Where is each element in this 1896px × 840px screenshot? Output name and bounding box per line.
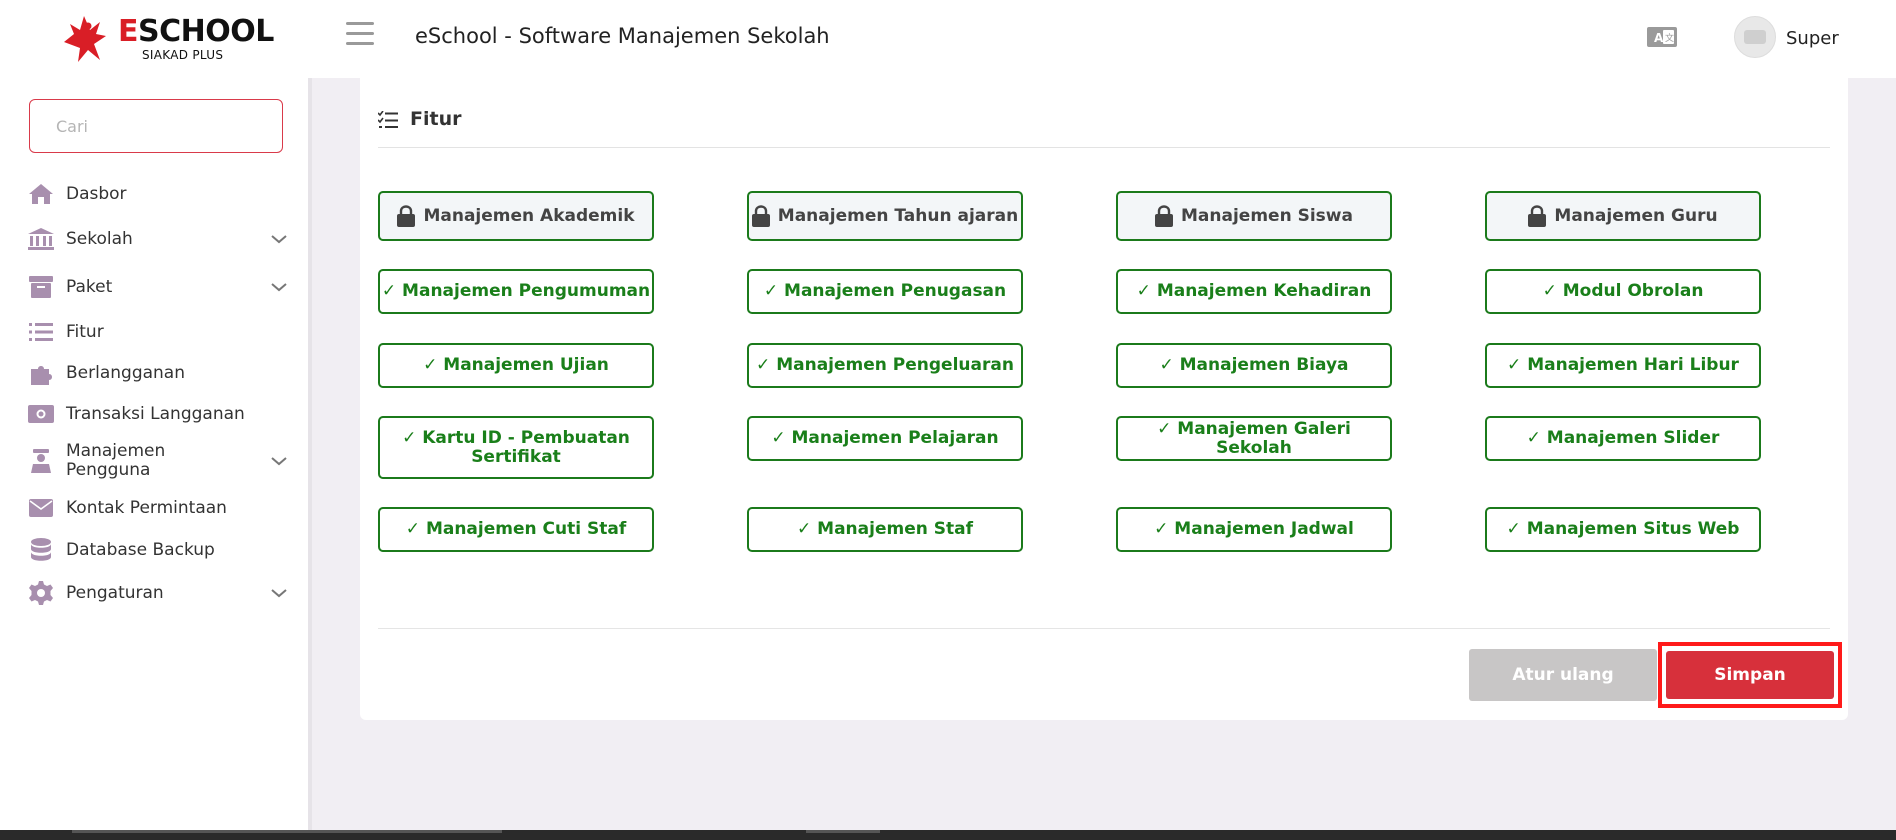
- avatar[interactable]: [1734, 16, 1776, 58]
- feature-enabled[interactable]: ✓ Manajemen Biaya: [1116, 343, 1392, 388]
- search-input[interactable]: [29, 99, 283, 153]
- sidebar-item-dasbor[interactable]: Dasbor: [28, 182, 288, 206]
- sidebar-item-kontak-permintaan[interactable]: Kontak Permintaan: [28, 496, 288, 520]
- feature-enabled[interactable]: ✓ Manajemen Staf: [747, 507, 1023, 552]
- feature-enabled[interactable]: ✓ Kartu ID - Pembuatan Sertifikat: [378, 416, 654, 479]
- database-icon: [28, 538, 54, 562]
- sidebar-item-label: Manajemen Pengguna: [66, 441, 166, 480]
- gear-icon: [28, 581, 54, 605]
- puzzle-icon: [28, 361, 54, 385]
- svg-text:文: 文: [1665, 32, 1674, 44]
- section-title: Fitur: [410, 108, 462, 130]
- package-icon: [28, 275, 54, 299]
- feature-enabled[interactable]: ✓ Manajemen Slider: [1485, 416, 1761, 461]
- card-header: Fitur: [378, 102, 1830, 148]
- feature-enabled[interactable]: ✓ Modul Obrolan: [1485, 269, 1761, 314]
- feature-enabled[interactable]: ✓ Manajemen Ujian: [378, 343, 654, 388]
- sidebar-item-label: Berlangganan: [66, 362, 185, 383]
- logo[interactable]: ESCHOOL SIAKAD PLUS: [60, 12, 274, 64]
- sidebar-item-manajemen-pengguna[interactable]: Manajemen Pengguna: [28, 442, 288, 480]
- home-icon: [28, 182, 54, 206]
- sidebar-item-label: Dasbor: [66, 183, 127, 204]
- save-button[interactable]: Simpan: [1666, 651, 1834, 699]
- feature-enabled[interactable]: ✓ Manajemen Kehadiran: [1116, 269, 1392, 314]
- sidebar-item-transaksi-langganan[interactable]: Transaksi Langganan: [28, 402, 288, 426]
- feature-locked[interactable]: Manajemen Tahun ajaran: [747, 191, 1023, 241]
- checklist-icon: [378, 111, 398, 128]
- sidebar-item-berlangganan[interactable]: Berlangganan: [28, 361, 288, 385]
- sidebar-item-fitur[interactable]: Fitur: [28, 320, 288, 344]
- lock-icon: [751, 205, 770, 227]
- feature-enabled[interactable]: ✓ Manajemen Cuti Staf: [378, 507, 654, 552]
- lock-icon: [1155, 205, 1174, 227]
- reset-button[interactable]: Atur ulang: [1469, 649, 1657, 701]
- money-icon: [28, 402, 54, 426]
- logo-mark-icon: [64, 16, 106, 62]
- lock-icon: [1528, 205, 1547, 227]
- sidebar-item-database-backup[interactable]: Database Backup: [28, 538, 288, 562]
- feature-locked[interactable]: Manajemen Akademik: [378, 191, 654, 241]
- divider: [378, 628, 1830, 629]
- feature-enabled[interactable]: ✓ Manajemen Jadwal: [1116, 507, 1392, 552]
- sidebar-item-label: Sekolah: [66, 228, 133, 249]
- sidebar-item-label: Pengaturan: [66, 582, 164, 603]
- lock-icon: [397, 205, 416, 227]
- features-card: Fitur Manajemen Akademik Manajemen Tahun…: [360, 78, 1848, 720]
- user-name[interactable]: Super: [1786, 28, 1839, 49]
- sidebar-item-label: Kontak Permintaan: [66, 497, 227, 518]
- sidebar-item-label: Paket: [66, 276, 113, 297]
- sidebar-item-label: Database Backup: [66, 539, 215, 560]
- sidebar-item-label: Fitur: [66, 321, 104, 342]
- language-icon[interactable]: A 文: [1647, 27, 1677, 47]
- mail-icon: [28, 496, 54, 520]
- feature-enabled[interactable]: ✓ Manajemen Pengumuman: [378, 269, 654, 314]
- top-header: ESCHOOL SIAKAD PLUS eSchool - Software M…: [0, 0, 1896, 78]
- sidebar-item-label: Transaksi Langganan: [66, 403, 245, 424]
- feature-locked[interactable]: Manajemen Siswa: [1116, 191, 1392, 241]
- chevron-down-icon[interactable]: [270, 233, 288, 245]
- svg-text:A: A: [1654, 31, 1664, 45]
- logo-brand: ESCHOOL: [118, 14, 274, 49]
- app-title: eSchool - Software Manajemen Sekolah: [415, 24, 830, 48]
- feature-enabled[interactable]: ✓ Manajemen Hari Libur: [1485, 343, 1761, 388]
- save-button-highlight: Simpan: [1658, 642, 1842, 708]
- chevron-down-icon[interactable]: [270, 587, 288, 599]
- sidebar-item-paket[interactable]: Paket: [28, 275, 288, 299]
- feature-enabled[interactable]: ✓ Manajemen Galeri Sekolah: [1116, 416, 1392, 461]
- sidebar: Dasbor Sekolah Paket Fitur Berlangganan …: [0, 78, 312, 830]
- users-icon: [28, 449, 54, 473]
- chevron-down-icon[interactable]: [270, 281, 288, 293]
- list-icon: [28, 320, 54, 344]
- menu-icon[interactable]: [346, 22, 374, 48]
- sidebar-item-sekolah[interactable]: Sekolah: [28, 227, 288, 251]
- feature-enabled[interactable]: ✓ Manajemen Pengeluaran: [747, 343, 1023, 388]
- logo-subtitle: SIAKAD PLUS: [142, 48, 224, 62]
- feature-enabled[interactable]: ✓ Manajemen Penugasan: [747, 269, 1023, 314]
- feature-locked[interactable]: Manajemen Guru: [1485, 191, 1761, 241]
- feature-enabled[interactable]: ✓ Manajemen Situs Web: [1485, 507, 1761, 552]
- chevron-down-icon[interactable]: [270, 455, 288, 467]
- sidebar-item-pengaturan[interactable]: Pengaturan: [28, 581, 288, 605]
- taskbar: [0, 830, 1896, 840]
- school-icon: [28, 227, 54, 251]
- feature-enabled[interactable]: ✓ Manajemen Pelajaran: [747, 416, 1023, 461]
